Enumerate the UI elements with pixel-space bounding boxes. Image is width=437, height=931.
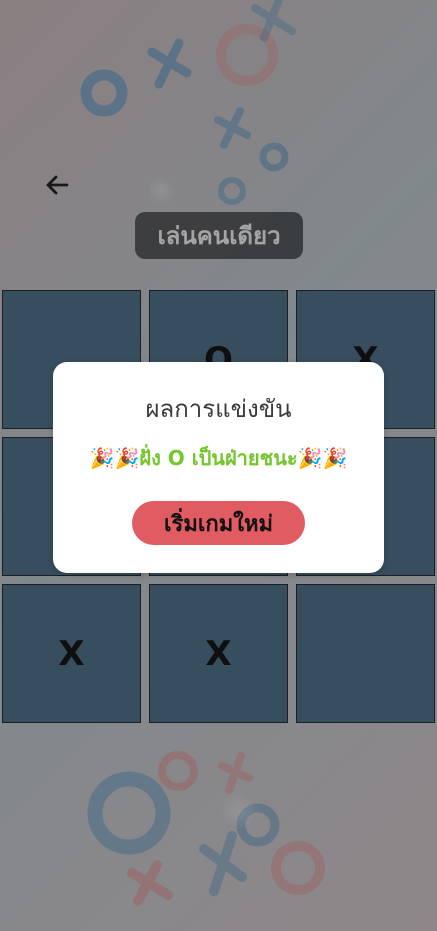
result-dialog: ผลการแข่งขัน 🎉🎉ฝั่ง O เป็นฝ่ายชนะ🎉🎉 เริ่… bbox=[53, 362, 384, 573]
restart-button[interactable]: เริ่มเกมใหม่ bbox=[132, 501, 305, 545]
winner-message: 🎉🎉ฝั่ง O เป็นฝ่ายชนะ🎉🎉 bbox=[89, 446, 348, 470]
result-title: ผลการแข่งขัน bbox=[145, 395, 292, 423]
